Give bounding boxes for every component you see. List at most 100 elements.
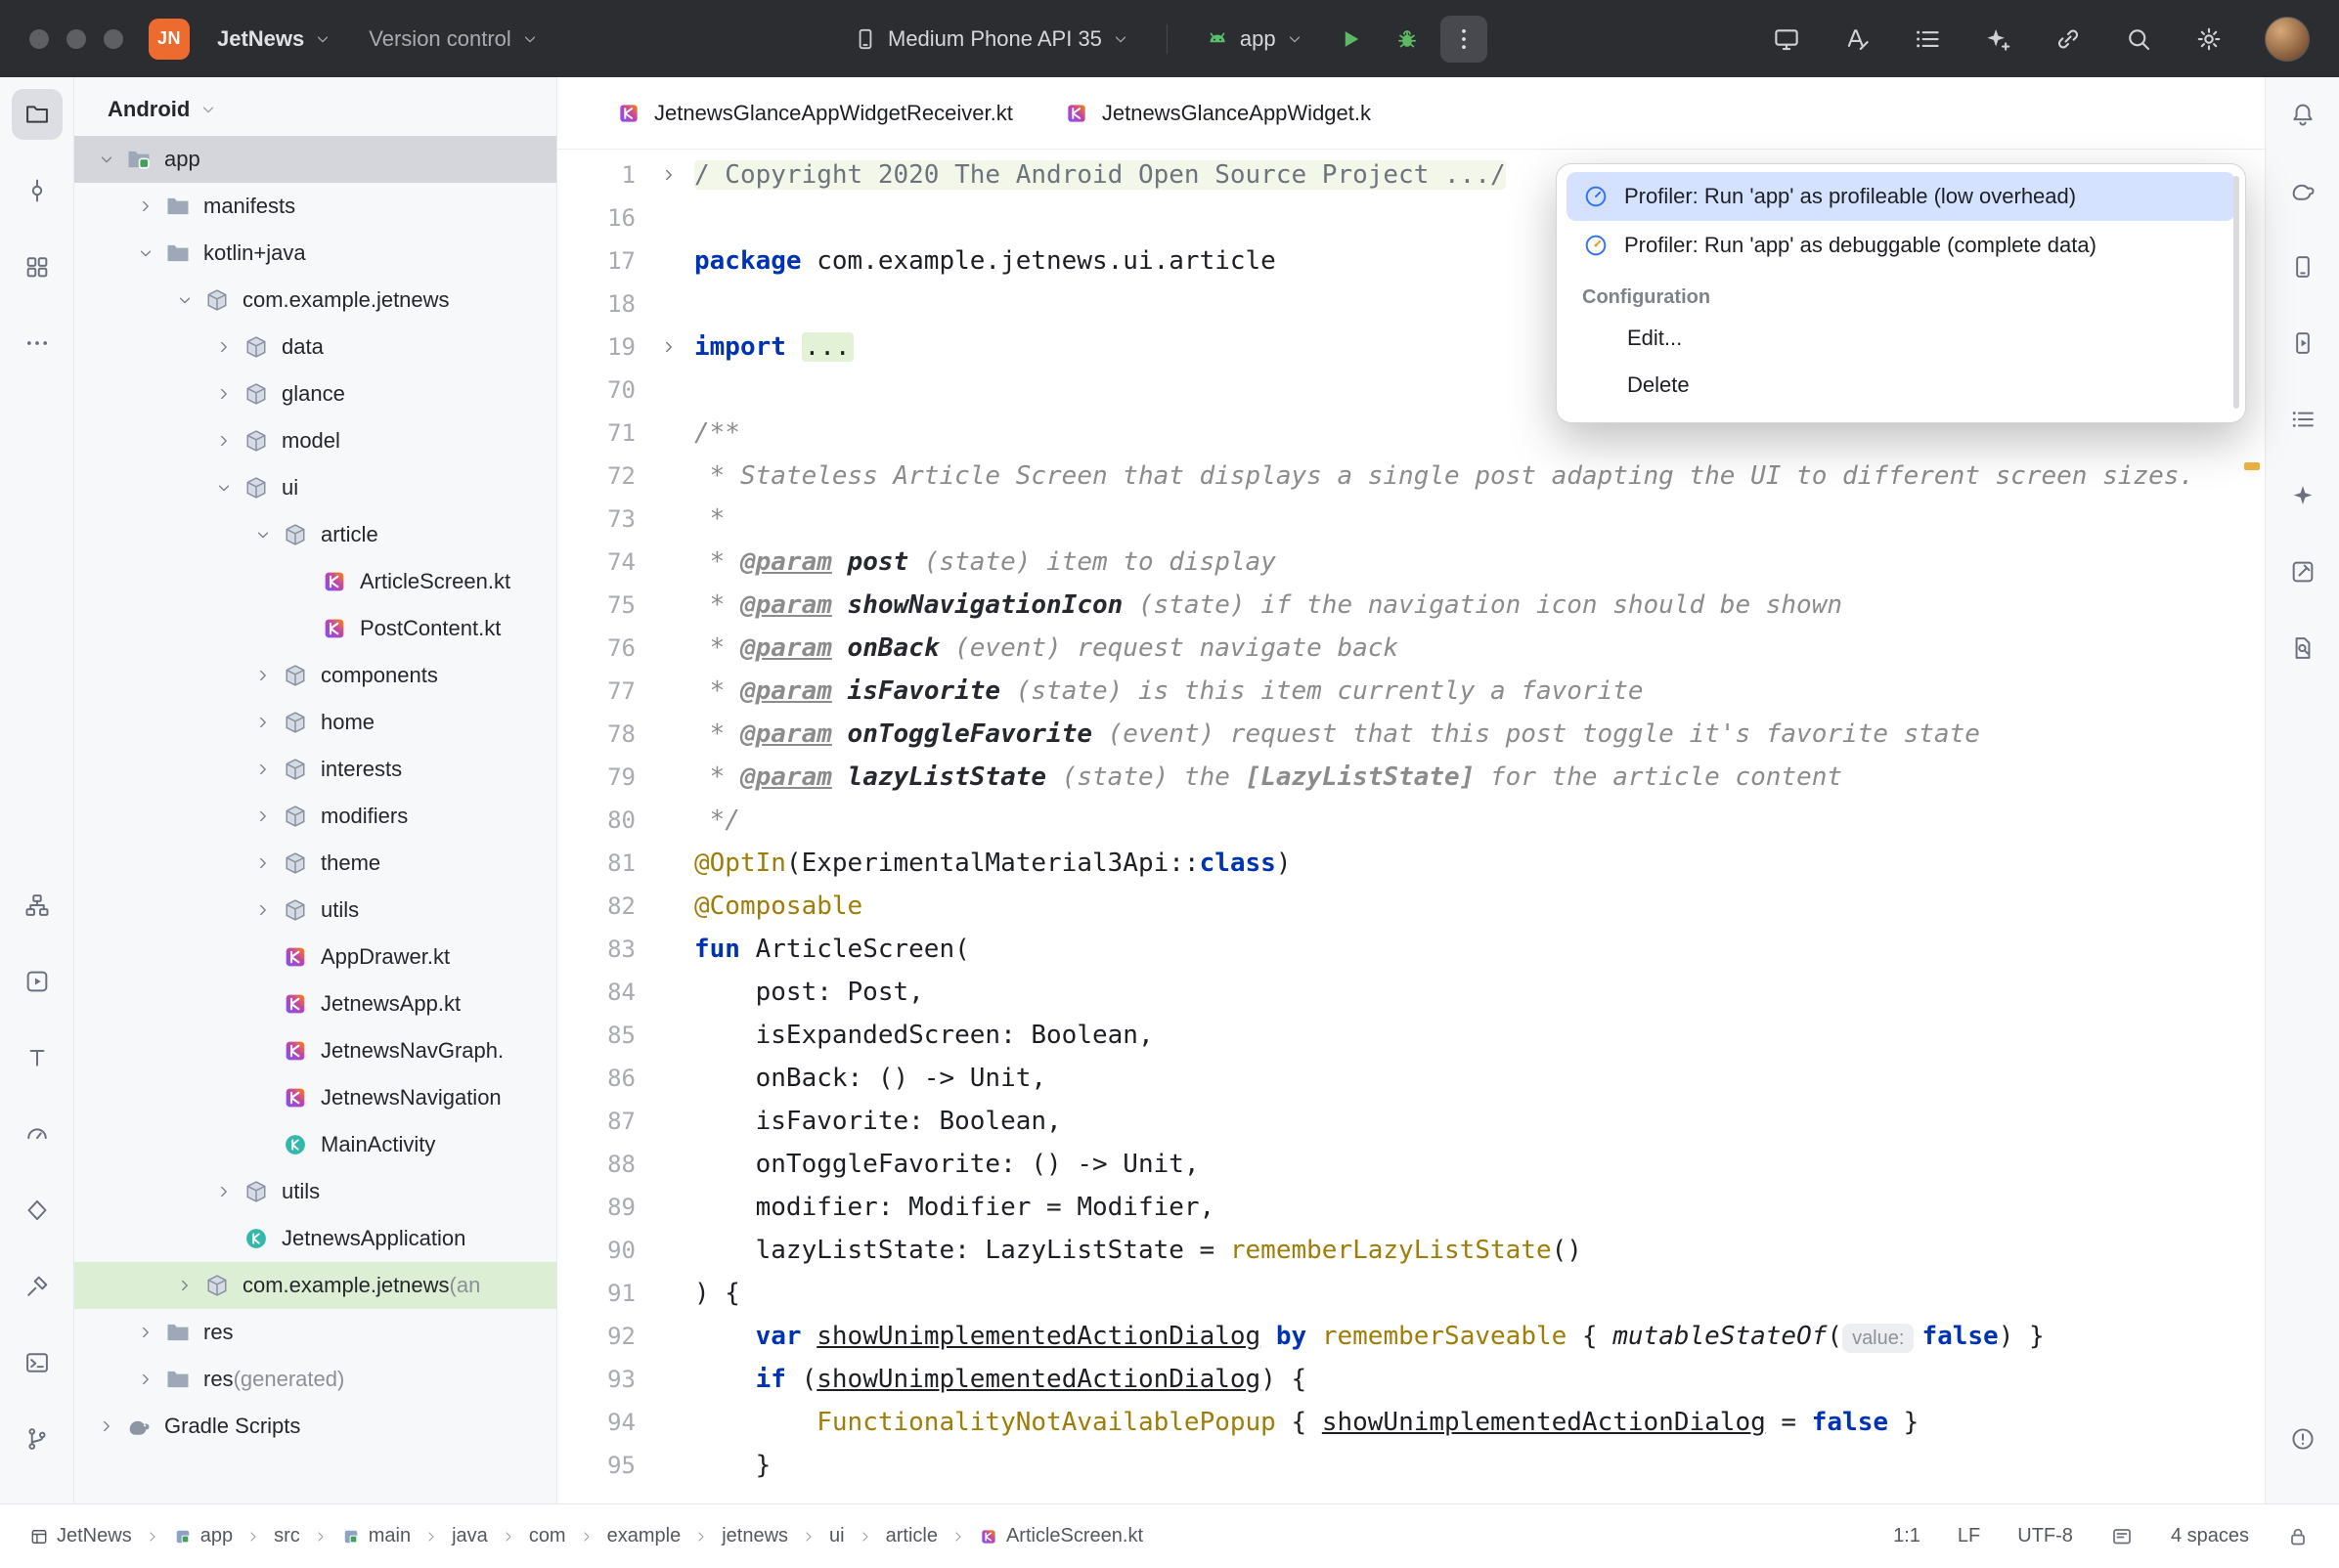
tree-item-jetnewsnavgraph-[interactable]: JetnewsNavGraph. [74, 1027, 556, 1074]
code-line[interactable]: 81@OptIn(ExperimentalMaterial3Api::class… [557, 842, 2265, 885]
more-run-options-button[interactable] [1440, 16, 1487, 63]
lock-icon[interactable] [2286, 1525, 2310, 1548]
tree-item-res[interactable]: res [74, 1309, 556, 1356]
code-line[interactable]: 91) { [557, 1272, 2265, 1315]
build-variants-icon[interactable] [2277, 394, 2328, 445]
chevron-right-icon[interactable] [127, 197, 164, 215]
popup-action-edit[interactable]: Edit... [1567, 315, 2235, 362]
sitemap-icon[interactable] [12, 880, 63, 931]
code-line[interactable]: 88 onToggleFavorite: () -> Unit, [557, 1143, 2265, 1186]
breadcrumb-item[interactable]: ArticleScreen.kt [979, 1525, 1143, 1547]
project-icon[interactable] [12, 89, 63, 140]
chevron-right-icon[interactable] [244, 901, 282, 919]
code-line[interactable]: 87 isFavorite: Boolean, [557, 1100, 2265, 1143]
code-line[interactable]: 85 isExpandedScreen: Boolean, [557, 1014, 2265, 1057]
fold-arrow-icon[interactable] [643, 153, 694, 196]
tree-item-components[interactable]: components [74, 652, 556, 699]
indent-setting[interactable]: 4 spaces [2171, 1525, 2249, 1547]
tree-item-ui[interactable]: ui [74, 464, 556, 511]
tree-item-model[interactable]: model [74, 417, 556, 464]
avatar[interactable] [2265, 17, 2310, 62]
tree-item-jetnewsapplication[interactable]: JetnewsApplication [74, 1215, 556, 1262]
run-configuration-selector[interactable]: app [1191, 14, 1317, 65]
version-control-icon[interactable] [12, 1414, 63, 1464]
scrollbar-warning-mark[interactable] [2244, 462, 2260, 470]
code-line[interactable]: 93 if (showUnimplementedActionDialog) { [557, 1358, 2265, 1401]
chevron-down-icon[interactable] [127, 244, 164, 262]
build-icon[interactable] [12, 1261, 63, 1312]
notifications-icon[interactable] [2277, 89, 2328, 140]
device-manager-icon[interactable] [2277, 241, 2328, 292]
chevron-right-icon[interactable] [244, 667, 282, 684]
popup-item-profile-debuggable[interactable]: Profiler: Run 'app' as debuggable (compl… [1567, 221, 2235, 270]
breadcrumb-item[interactable]: src [274, 1525, 300, 1547]
tree-item-utils[interactable]: utils [74, 887, 556, 934]
tree-item-modifiers[interactable]: modifiers [74, 793, 556, 840]
tree-item-postcontent-kt[interactable]: PostContent.kt [74, 605, 556, 652]
popup-scrollbar[interactable] [2233, 176, 2239, 409]
chevron-down-icon[interactable] [205, 479, 243, 497]
checklist-icon[interactable] [1913, 24, 1942, 54]
code-line[interactable]: 77 * @param isFavorite (state) is this i… [557, 670, 2265, 713]
breadcrumb-item[interactable]: ui [829, 1525, 845, 1547]
structure-icon[interactable] [12, 241, 63, 292]
debug-button[interactable] [1384, 16, 1431, 63]
tree-item-appdrawer-kt[interactable]: AppDrawer.kt [74, 934, 556, 980]
tree-item-jetnewsapp-kt[interactable]: JetnewsApp.kt [74, 980, 556, 1027]
editor-tab[interactable]: JetnewsGlanceAppWidget.k [1038, 77, 1396, 150]
popup-item-profile-low-overhead[interactable]: Profiler: Run 'app' as profileable (low … [1567, 172, 2235, 221]
breadcrumb-item[interactable]: main [341, 1525, 411, 1547]
code-line[interactable]: 72 * Stateless Article Screen that displ… [557, 455, 2265, 498]
code-line[interactable]: 95 } [557, 1444, 2265, 1487]
project-view-selector[interactable]: Android [74, 83, 556, 136]
chevron-right-icon[interactable] [244, 807, 282, 825]
zoom-window-button[interactable] [104, 29, 123, 49]
code-line[interactable]: 92 var showUnimplementedActionDialog by … [557, 1315, 2265, 1358]
terminal-icon[interactable] [12, 1337, 63, 1388]
fold-arrow-icon[interactable] [643, 326, 694, 369]
line-separator[interactable]: LF [1958, 1525, 1980, 1547]
chevron-right-icon[interactable] [127, 1371, 164, 1388]
tree-item-app[interactable]: app [74, 136, 556, 183]
tree-item-mainactivity[interactable]: MainActivity [74, 1121, 556, 1168]
ai-assistant-icon[interactable] [1983, 24, 2012, 54]
tree-item-com-example-jetnews[interactable]: com.example.jetnews [74, 277, 556, 324]
project-widget[interactable]: JetNews [203, 14, 345, 65]
chevron-down-icon[interactable] [244, 526, 282, 544]
link-icon[interactable] [2053, 24, 2083, 54]
gemini-icon[interactable] [2277, 470, 2328, 521]
caret-position[interactable]: 1:1 [1893, 1525, 1920, 1547]
chevron-right-icon[interactable] [127, 1324, 164, 1341]
code-line[interactable]: 75 * @param showNavigationIcon (state) i… [557, 584, 2265, 627]
tree-item-kotlin-java[interactable]: kotlin+java [74, 230, 556, 277]
chevron-right-icon[interactable] [244, 714, 282, 731]
app-inspection-icon[interactable] [2277, 546, 2328, 597]
breadcrumb-item[interactable]: article [886, 1525, 938, 1547]
chevron-right-icon[interactable] [244, 761, 282, 778]
profiler-icon[interactable] [12, 1109, 63, 1159]
commit-icon[interactable] [12, 165, 63, 216]
chevron-right-icon[interactable] [205, 338, 243, 356]
tree-item-article[interactable]: article [74, 511, 556, 558]
breadcrumb-item[interactable]: example [607, 1525, 682, 1547]
tree-item-home[interactable]: home [74, 699, 556, 746]
editor-widget-icon[interactable] [2110, 1525, 2134, 1548]
code-line[interactable]: 83fun ArticleScreen( [557, 928, 2265, 971]
code-line[interactable]: 86 onBack: () -> Unit, [557, 1057, 2265, 1100]
breadcrumb-item[interactable]: java [452, 1525, 488, 1547]
running-devices-icon[interactable] [2277, 318, 2328, 369]
device-selector[interactable]: Medium Phone API 35 [853, 14, 1143, 65]
tree-item-data[interactable]: data [74, 324, 556, 370]
breadcrumb-item[interactable]: app [173, 1525, 233, 1547]
search-icon[interactable] [2124, 24, 2153, 54]
code-line[interactable]: 74 * @param post (state) item to display [557, 541, 2265, 584]
code-line[interactable]: 89 modifier: Modifier = Modifier, [557, 1186, 2265, 1229]
tree-item-jetnewsnavigation[interactable]: JetnewsNavigation [74, 1074, 556, 1121]
vcs-widget[interactable]: Version control [355, 14, 552, 65]
breadcrumb-item[interactable]: jetnews [722, 1525, 788, 1547]
tree-item-articlescreen-kt[interactable]: ArticleScreen.kt [74, 558, 556, 605]
find-icon[interactable] [2277, 623, 2328, 674]
minimize-window-button[interactable] [66, 29, 86, 49]
gradle-icon[interactable] [2277, 165, 2328, 216]
device-mirror-icon[interactable] [1772, 24, 1801, 54]
